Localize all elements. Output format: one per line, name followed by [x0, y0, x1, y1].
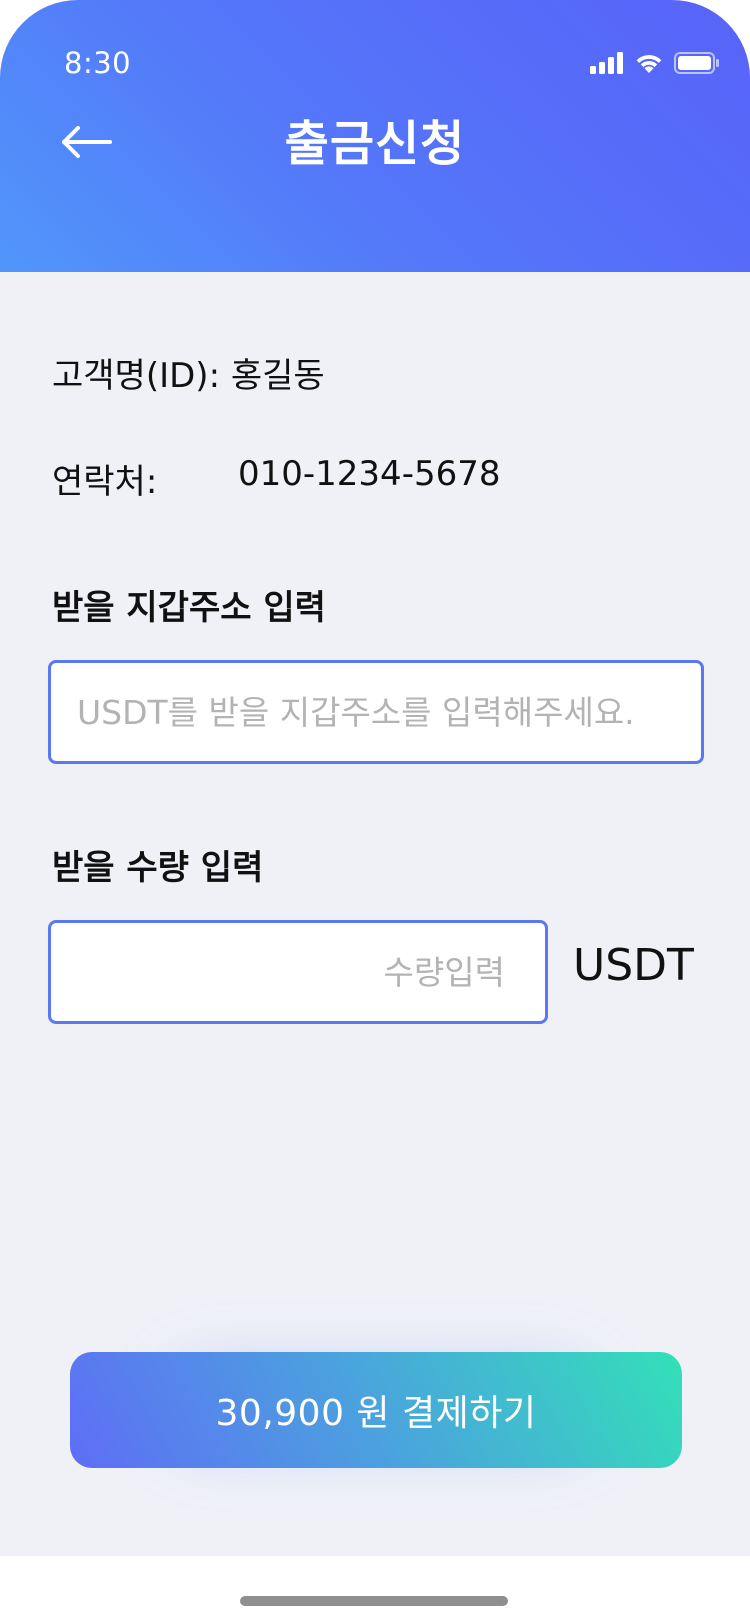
customer-name-value: 홍길동: [230, 356, 325, 396]
battery-icon: [674, 52, 720, 78]
status-icons: [590, 50, 720, 80]
page-title: 출금신청: [284, 116, 466, 172]
amount-field[interactable]: [48, 920, 548, 1024]
amount-label: 받을 수량 입력: [52, 848, 264, 888]
phone-label: 연락처:: [52, 462, 158, 502]
status-time: 8:30: [64, 46, 132, 80]
withdrawal-request-screen: 8:30 출금신청 고객명(ID): 홍길동 연락처: 010-1234-567…: [0, 0, 750, 1624]
amount-input[interactable]: [51, 923, 545, 1021]
amount-unit: USDT: [573, 940, 694, 991]
wallet-address-field[interactable]: [48, 660, 704, 764]
wallet-address-input[interactable]: [51, 663, 701, 761]
customer-name-row: 고객명(ID): 홍길동: [52, 348, 325, 397]
header: 8:30 출금신청: [0, 0, 750, 272]
phone-value: 010-1234-5678: [238, 454, 501, 494]
form-content: 고객명(ID): 홍길동 연락처: 010-1234-5678 받을 지갑주소 …: [0, 272, 750, 1556]
pay-button[interactable]: 30,900 원 결제하기: [70, 1352, 682, 1468]
home-indicator[interactable]: [240, 1596, 508, 1606]
customer-name-label: 고객명(ID):: [52, 356, 221, 396]
wifi-icon: [634, 52, 664, 78]
cellular-signal-icon: [590, 52, 624, 78]
wallet-address-label: 받을 지갑주소 입력: [52, 588, 326, 628]
